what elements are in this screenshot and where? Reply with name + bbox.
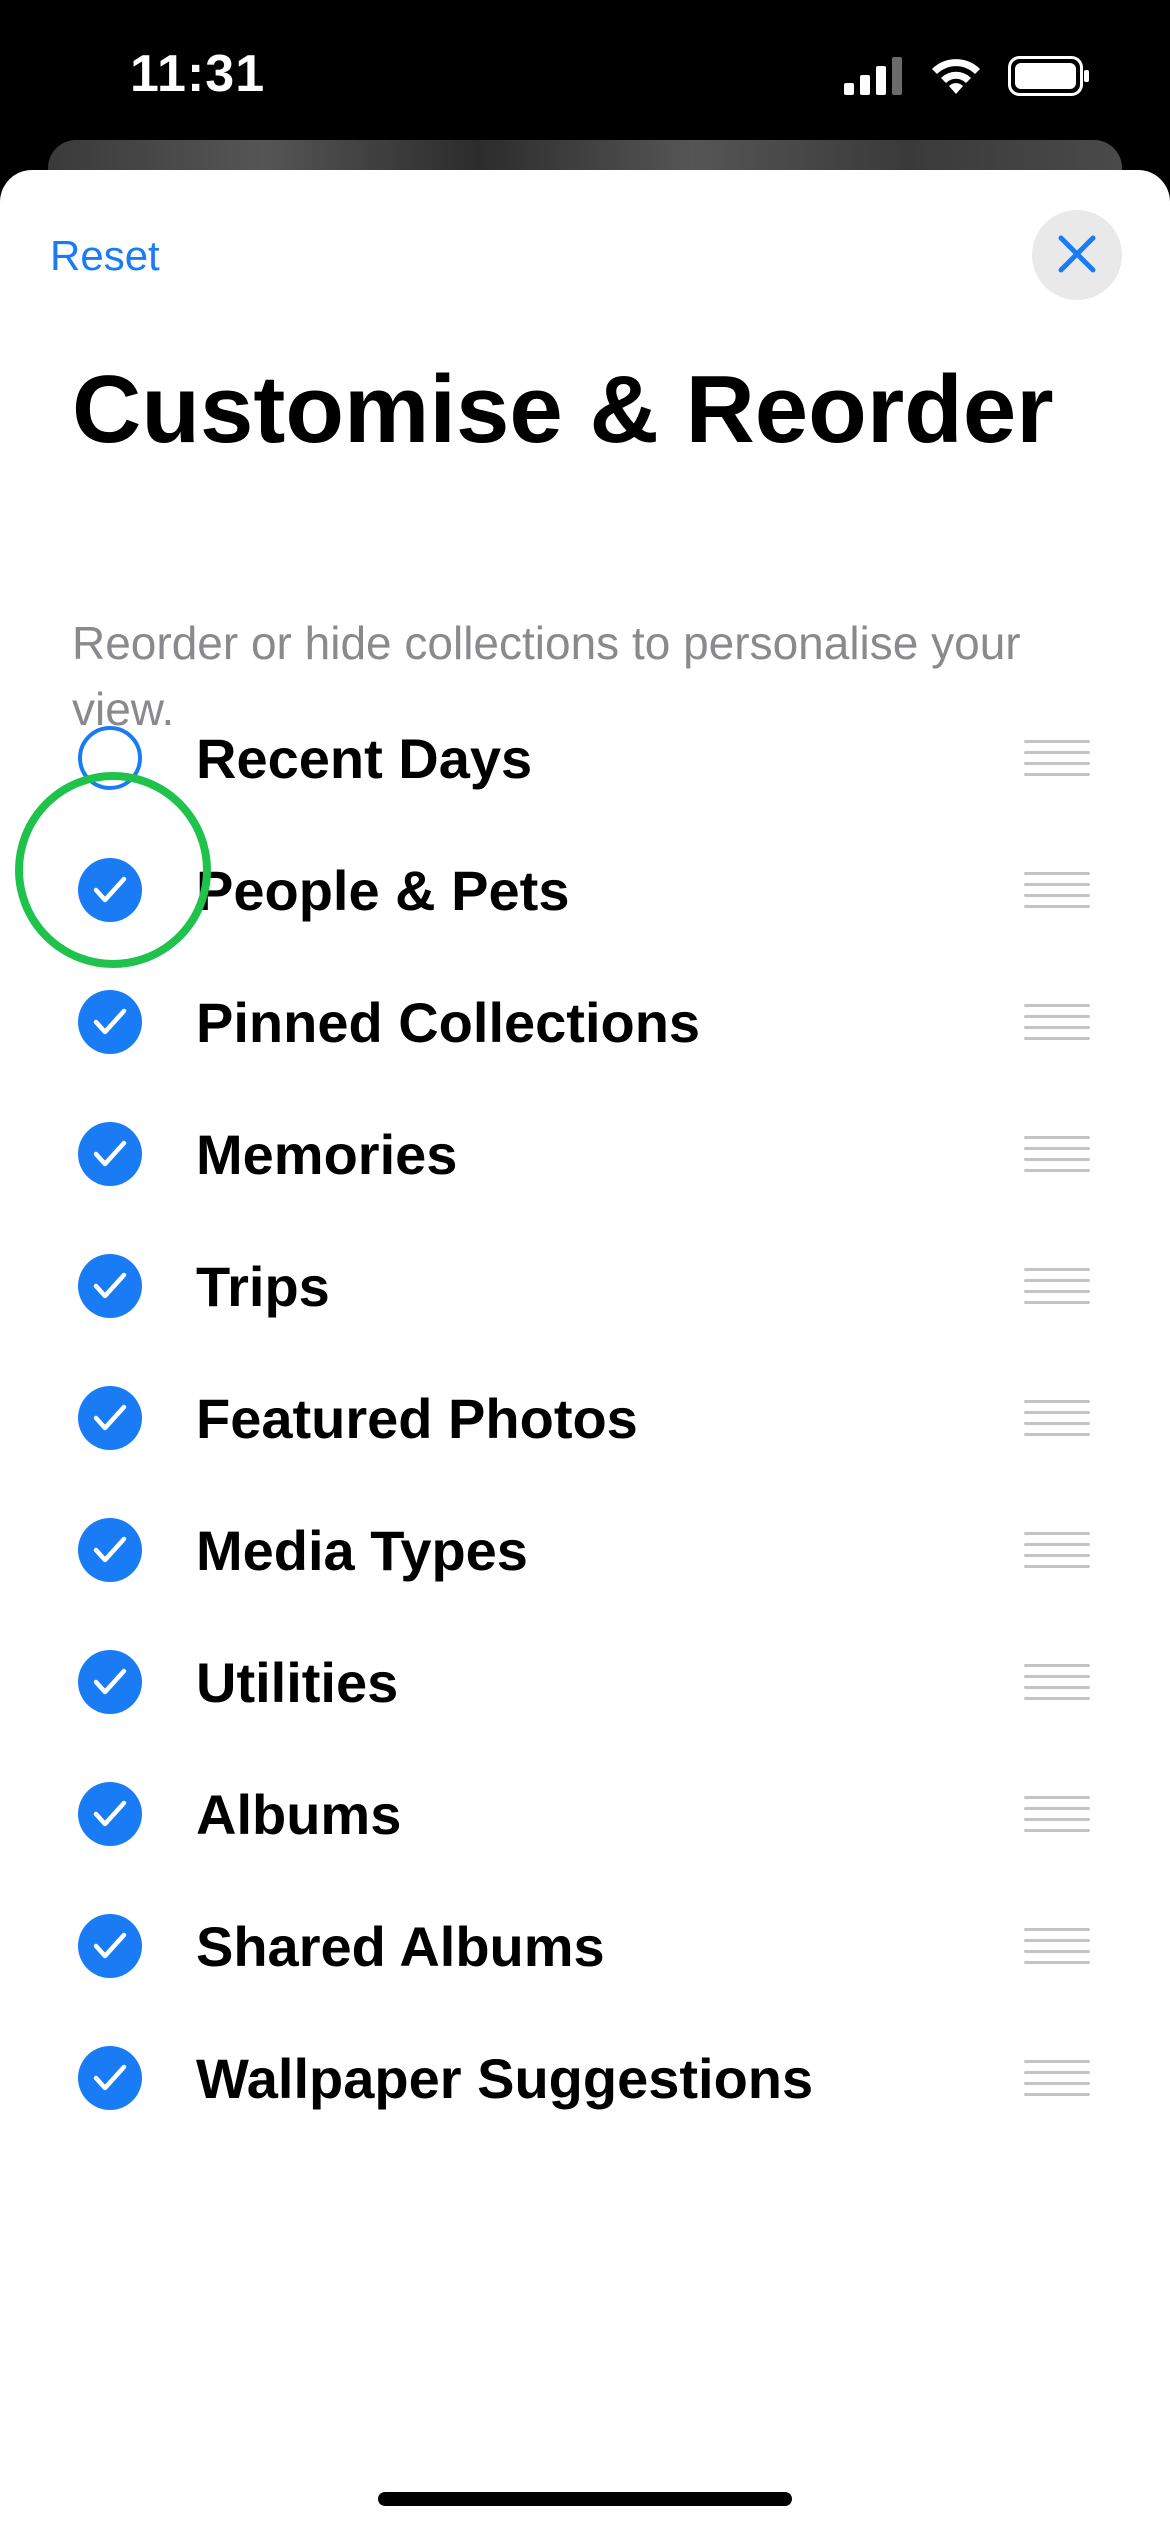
collection-list: Recent Days People & Pets Pinned Collectio… — [0, 692, 1170, 2144]
collection-label: Shared Albums — [196, 1914, 605, 1978]
drag-handle-icon[interactable] — [1024, 1268, 1090, 1304]
page-title: Customise & Reorder — [72, 356, 1054, 463]
collection-label: Featured Photos — [196, 1386, 638, 1450]
drag-handle-icon[interactable] — [1024, 740, 1090, 776]
checkmark-circle-icon[interactable] — [78, 1650, 142, 1714]
checkmark-circle-icon[interactable] — [78, 1254, 142, 1318]
status-time: 11:31 — [130, 45, 266, 103]
drag-handle-icon[interactable] — [1024, 1136, 1090, 1172]
close-button[interactable] — [1032, 210, 1122, 300]
collection-label: Memories — [196, 1122, 458, 1186]
collection-row: Memories — [0, 1088, 1170, 1220]
checkmark-circle-icon[interactable] — [78, 1386, 142, 1450]
collection-row: Utilities — [0, 1616, 1170, 1748]
collection-label: Wallpaper Suggestions — [196, 2046, 814, 2110]
collection-row: Pinned Collections — [0, 956, 1170, 1088]
collection-label: Utilities — [196, 1650, 399, 1714]
drag-handle-icon[interactable] — [1024, 1796, 1090, 1832]
status-icons — [844, 56, 1090, 101]
collection-row: Media Types — [0, 1484, 1170, 1616]
checkmark-circle-icon[interactable] — [78, 1518, 142, 1582]
collection-row: People & Pets — [0, 824, 1170, 956]
close-icon — [1057, 234, 1097, 277]
empty-circle-icon[interactable] — [78, 726, 142, 790]
home-indicator[interactable] — [378, 2492, 792, 2506]
drag-handle-icon[interactable] — [1024, 1004, 1090, 1040]
reset-button[interactable]: Reset — [50, 232, 160, 280]
checkmark-circle-icon[interactable] — [78, 990, 142, 1054]
collection-row: Albums — [0, 1748, 1170, 1880]
collection-row: Shared Albums — [0, 1880, 1170, 2012]
collection-label: People & Pets — [196, 858, 570, 922]
collection-label: Media Types — [196, 1518, 528, 1582]
drag-handle-icon[interactable] — [1024, 1400, 1090, 1436]
drag-handle-icon[interactable] — [1024, 1664, 1090, 1700]
drag-handle-icon[interactable] — [1024, 1532, 1090, 1568]
status-bar: 11:31 — [0, 0, 1170, 150]
drag-handle-icon[interactable] — [1024, 1928, 1090, 1964]
checkmark-circle-icon[interactable] — [78, 1122, 142, 1186]
collection-row: Wallpaper Suggestions — [0, 2012, 1170, 2144]
collection-row: Recent Days — [0, 692, 1170, 824]
collection-row: Trips — [0, 1220, 1170, 1352]
checkmark-circle-icon[interactable] — [78, 1914, 142, 1978]
collection-label: Recent Days — [196, 726, 533, 790]
battery-icon — [1008, 56, 1090, 101]
signal-icon — [844, 57, 904, 100]
checkmark-circle-icon[interactable] — [78, 1782, 142, 1846]
checkmark-circle-icon[interactable] — [78, 858, 142, 922]
drag-handle-icon[interactable] — [1024, 2060, 1090, 2096]
drag-handle-icon[interactable] — [1024, 872, 1090, 908]
collection-label: Pinned Collections — [196, 990, 701, 1054]
collection-row: Featured Photos — [0, 1352, 1170, 1484]
collection-label: Albums — [196, 1782, 402, 1846]
collection-label: Trips — [196, 1254, 330, 1318]
wifi-icon — [930, 56, 982, 101]
checkmark-circle-icon[interactable] — [78, 2046, 142, 2110]
